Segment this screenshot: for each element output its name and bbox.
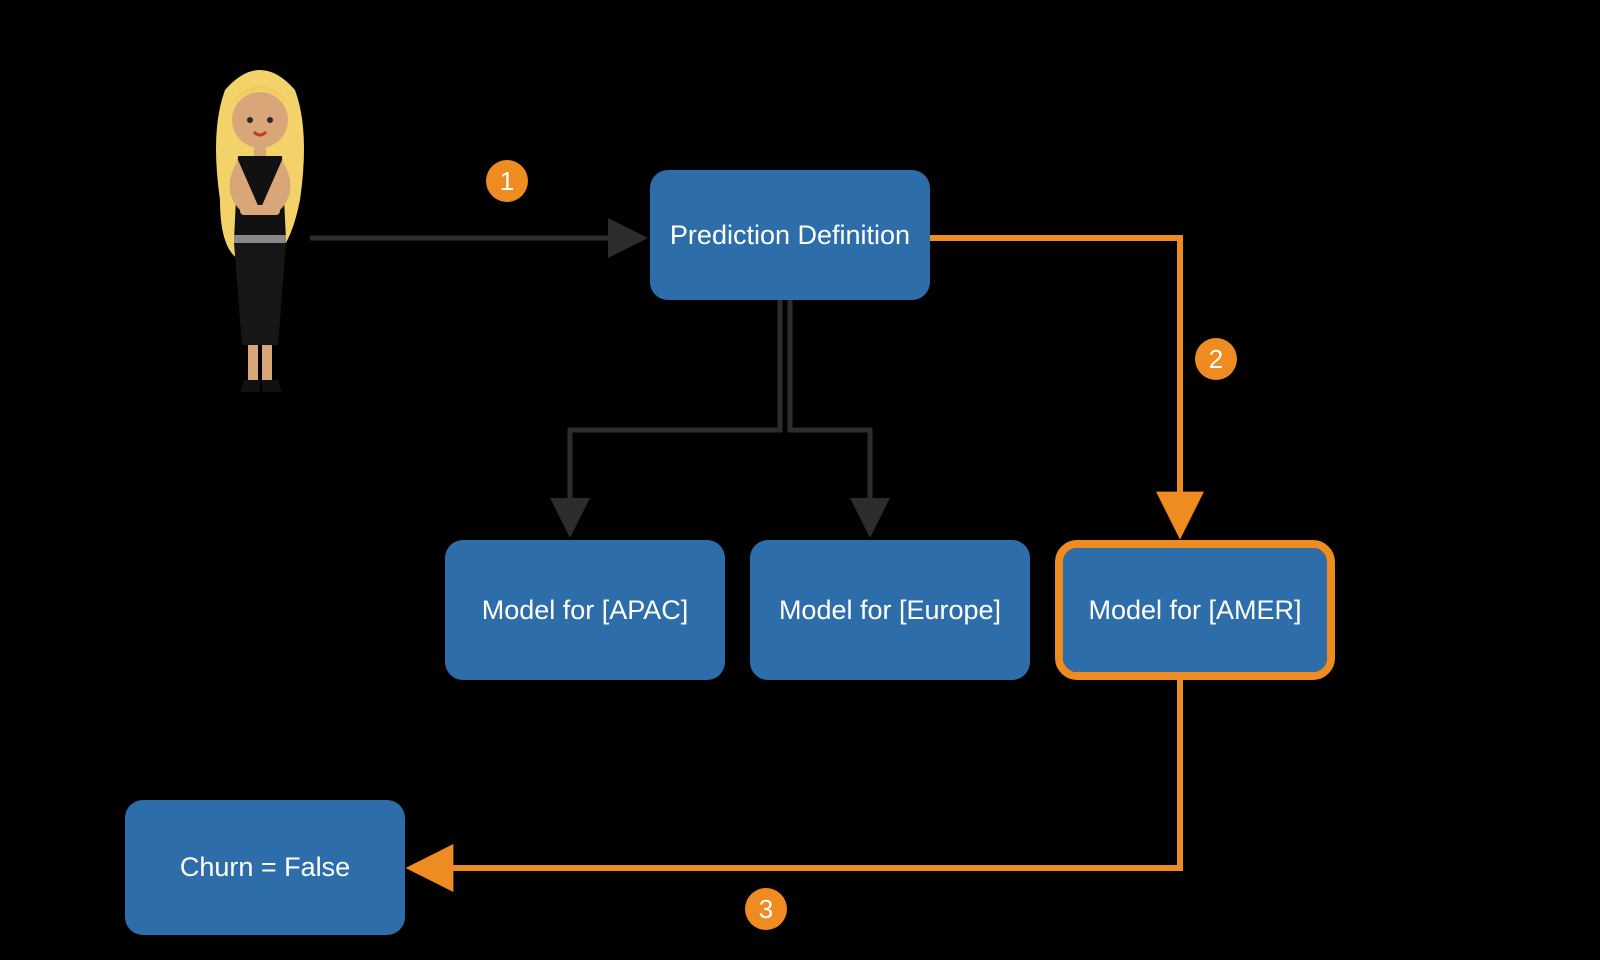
node-label: Churn = False — [180, 852, 350, 883]
node-model-amer: Model for [AMER] — [1055, 540, 1335, 680]
badge-number: 2 — [1209, 344, 1223, 375]
node-prediction-definition: Prediction Definition — [650, 170, 930, 300]
step-badge-2: 2 — [1195, 338, 1237, 380]
node-model-europe: Model for [Europe] — [750, 540, 1030, 680]
node-model-apac: Model for [APAC] — [445, 540, 725, 680]
badge-number: 3 — [759, 894, 773, 925]
step-badge-3: 3 — [745, 888, 787, 930]
node-label: Model for [APAC] — [482, 595, 689, 626]
node-result-churn: Churn = False — [125, 800, 405, 935]
person-illustration — [190, 60, 330, 405]
node-label: Model for [Europe] — [779, 595, 1001, 626]
node-label: Prediction Definition — [670, 220, 910, 251]
step-badge-1: 1 — [486, 160, 528, 202]
node-label: Model for [AMER] — [1088, 595, 1301, 626]
badge-number: 1 — [500, 166, 514, 197]
